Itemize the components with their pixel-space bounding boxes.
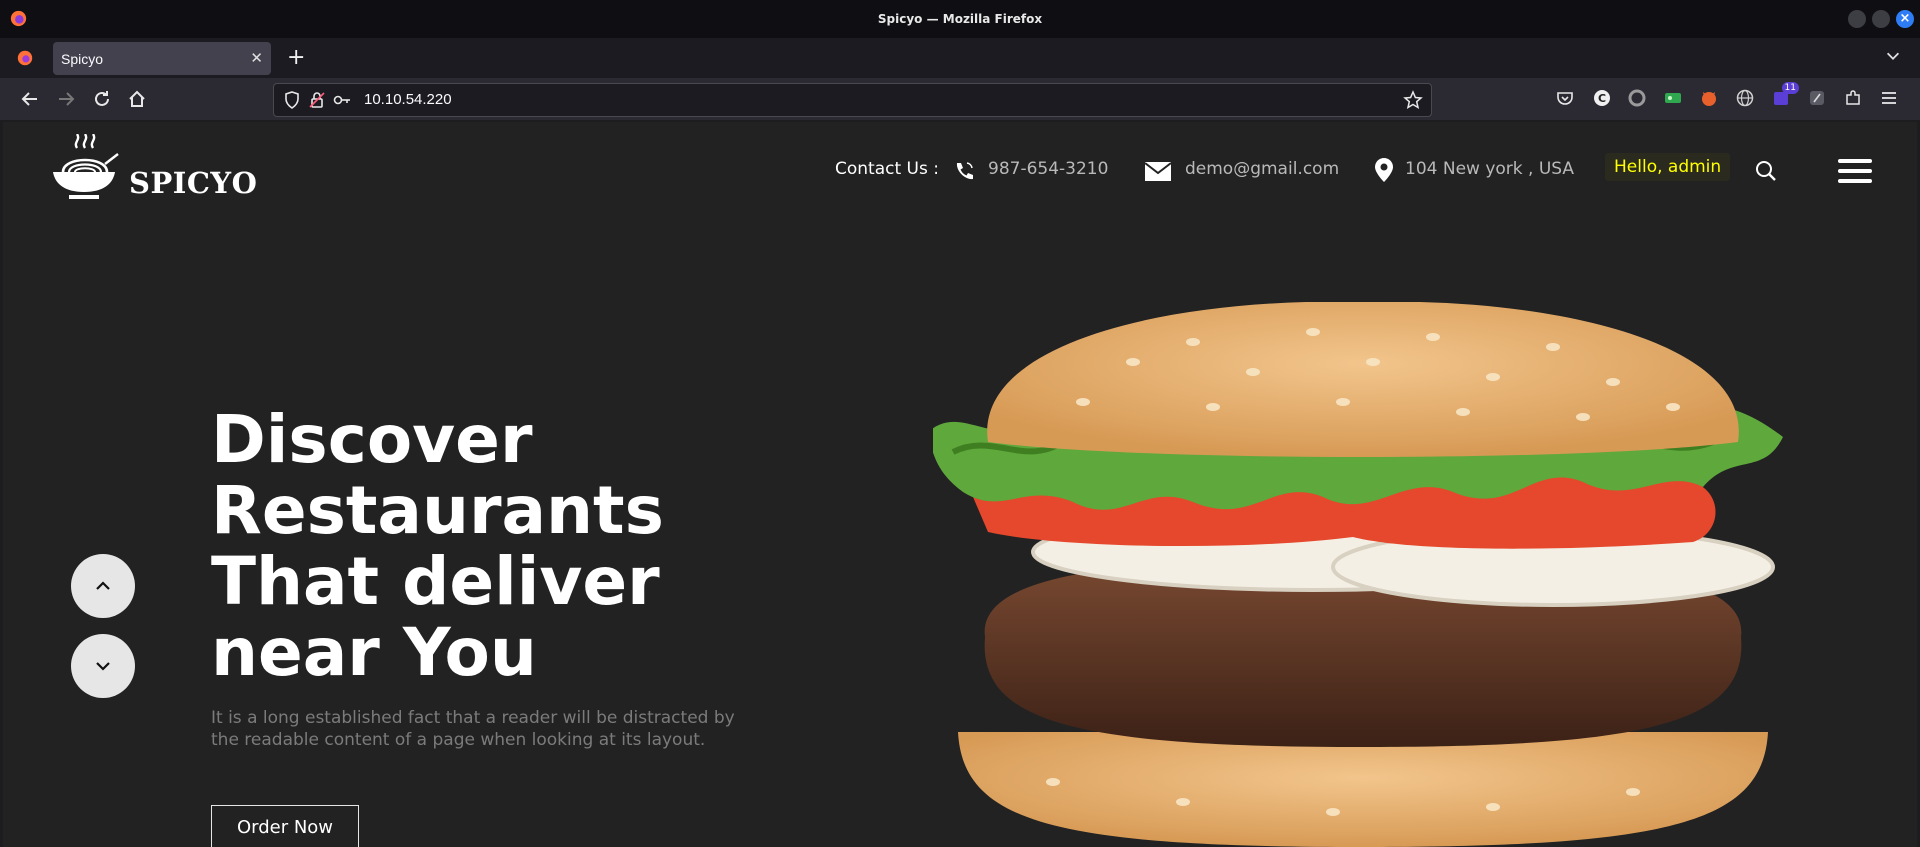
hero-heading-line: Discover	[211, 401, 533, 478]
envelope-icon	[1145, 162, 1171, 181]
hamburger-bar	[1838, 179, 1872, 183]
home-icon[interactable]	[126, 88, 148, 110]
url-bar[interactable]: 10.10.54.220	[273, 83, 1432, 117]
hamburger-bar	[1838, 169, 1872, 173]
slider-up-button[interactable]	[71, 554, 135, 618]
email-address[interactable]: demo@gmail.com	[1185, 159, 1339, 179]
phone-icon	[956, 162, 973, 180]
hero-heading-line: Restaurants	[211, 472, 664, 549]
tab-label: Spicyo	[61, 50, 104, 67]
key-icon[interactable]	[332, 90, 352, 110]
chevron-down-icon	[96, 662, 110, 671]
url-text: 10.10.54.220	[364, 91, 452, 108]
tab-strip: Spicyo ✕ +	[0, 38, 1920, 78]
web-page: SPICYO Contact Us : 987-654-3210 demo@gm…	[3, 122, 1917, 847]
firefox-view-icon[interactable]	[16, 49, 34, 67]
close-window-button[interactable]: ×	[1896, 10, 1914, 28]
svg-text:C: C	[1598, 92, 1606, 105]
extension-ring-icon[interactable]	[1627, 88, 1647, 108]
hamburger-menu-button[interactable]	[1838, 159, 1872, 189]
window-title: Spicyo — Mozilla Firefox	[877, 12, 1043, 26]
minimize-button[interactable]	[1848, 10, 1866, 28]
contact-label: Contact Us :	[835, 159, 939, 179]
extension-badge: 11	[1781, 82, 1799, 94]
slider-down-button[interactable]	[71, 634, 135, 698]
pocket-icon[interactable]	[1555, 88, 1575, 108]
window-titlebar: Spicyo — Mozilla Firefox ×	[0, 0, 1920, 38]
extension-feather-icon[interactable]	[1807, 88, 1827, 108]
site-logo[interactable]: SPICYO	[49, 134, 257, 202]
address-text: 104 New york , USA	[1405, 159, 1575, 179]
shield-icon[interactable]	[282, 90, 302, 110]
extension-green-icon[interactable]	[1663, 88, 1683, 108]
extension-c-icon[interactable]: C	[1592, 88, 1612, 108]
phone-number[interactable]: 987-654-3210	[988, 159, 1108, 179]
close-tab-icon[interactable]: ✕	[250, 49, 263, 67]
menu-icon[interactable]	[1879, 88, 1899, 108]
chevron-down-icon[interactable]	[1884, 47, 1902, 65]
navigation-toolbar: 10.10.54.220 C 11	[0, 78, 1920, 120]
chevron-up-icon	[96, 581, 110, 590]
extensions-puzzle-icon[interactable]	[1843, 88, 1863, 108]
forward-icon[interactable]	[55, 88, 77, 110]
hero-heading: Discover Restaurants That deliver near Y…	[211, 404, 831, 688]
reload-icon[interactable]	[91, 88, 113, 110]
window-controls: ×	[1848, 10, 1914, 28]
location-pin-icon	[1375, 158, 1393, 182]
search-icon[interactable]	[1755, 160, 1777, 182]
firefox-icon	[10, 10, 27, 27]
new-tab-button[interactable]: +	[287, 44, 305, 72]
brand-name: SPICYO	[129, 166, 258, 200]
hero-heading-line: near You	[211, 614, 537, 691]
hero-heading-line: That deliver	[211, 543, 660, 620]
tab-spicyo[interactable]: Spicyo ✕	[53, 42, 271, 75]
noodle-bowl-icon	[53, 134, 119, 199]
globe-icon[interactable]	[1735, 88, 1755, 108]
hamburger-bar	[1838, 159, 1872, 163]
maximize-button[interactable]	[1872, 10, 1890, 28]
bookmark-star-icon[interactable]	[1403, 90, 1423, 110]
user-greeting[interactable]: Hello, admin	[1605, 153, 1731, 181]
extension-fox-icon[interactable]	[1699, 88, 1719, 108]
extension-purple-icon[interactable]: 11	[1771, 82, 1799, 108]
order-now-button[interactable]: Order Now	[211, 805, 359, 847]
insecure-lock-icon[interactable]	[307, 90, 327, 110]
back-icon[interactable]	[19, 88, 41, 110]
burger-image	[933, 302, 1783, 847]
hero-description: It is a long established fact that a rea…	[211, 708, 735, 750]
